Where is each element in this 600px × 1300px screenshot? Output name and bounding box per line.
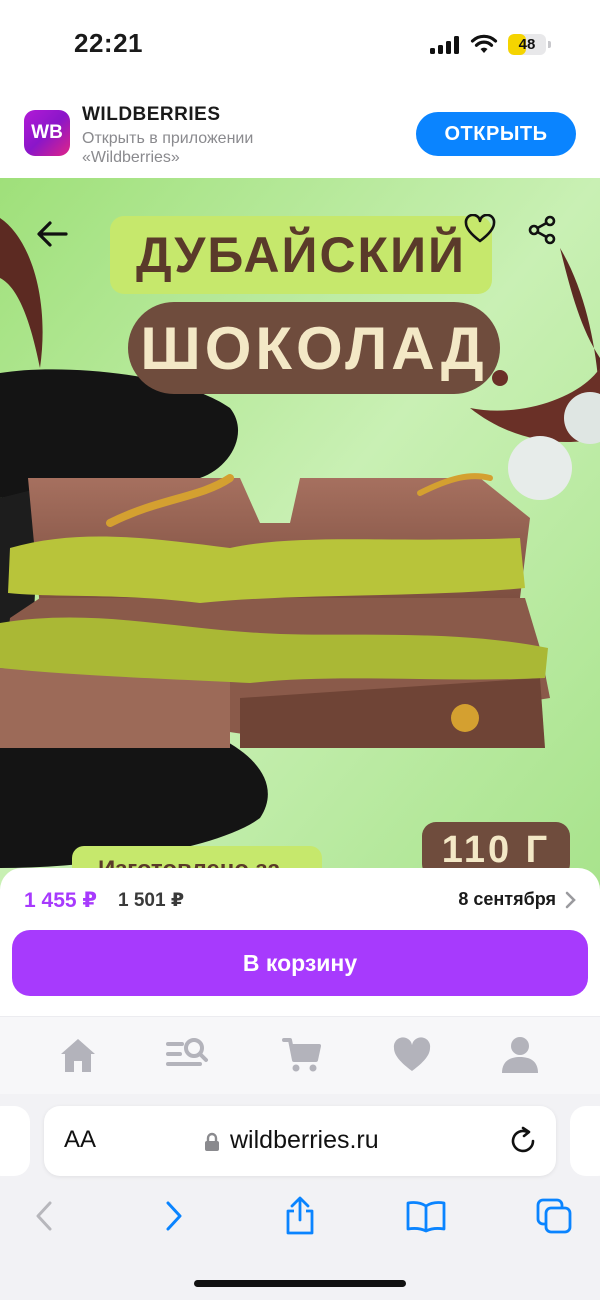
- status-time: 22:21: [74, 28, 143, 58]
- reload-icon[interactable]: [508, 1126, 538, 1156]
- url-text[interactable]: wildberries.ru: [230, 1126, 379, 1155]
- purchase-panel: 1 455 ₽ 1 501 ₽ 8 сентября В корзину: [0, 868, 600, 1016]
- add-to-cart-button[interactable]: В корзину: [12, 930, 588, 996]
- heart-icon[interactable]: [464, 214, 504, 254]
- cellular-signal-icon: [430, 36, 462, 54]
- delivery-date[interactable]: 8 сентября: [458, 889, 556, 910]
- share-icon[interactable]: [526, 214, 566, 254]
- profile-icon[interactable]: [498, 1033, 542, 1077]
- old-price: 1 501 ₽: [118, 890, 185, 911]
- home-indicator: [194, 1280, 406, 1287]
- status-bar: 22:21 48: [0, 0, 600, 90]
- text-size-label: AA: [64, 1126, 97, 1153]
- banner-subtitle: Открыть в приложении «Wildberries»: [82, 130, 254, 166]
- share-sheet-icon[interactable]: [280, 1196, 320, 1236]
- address-bar[interactable]: AA wildberries.ru: [44, 1106, 556, 1176]
- previous-tab-preview[interactable]: [0, 1106, 30, 1176]
- banner-title: WILDBERRIES: [82, 104, 221, 125]
- current-price: 1 455 ₽: [24, 889, 97, 912]
- bookmarks-icon[interactable]: [406, 1196, 446, 1236]
- open-in-app-button[interactable]: ОТКРЫТЬ: [416, 112, 576, 156]
- browser-toolbar: AA wildberries.ru: [0, 1094, 600, 1300]
- battery-level: 48: [518, 36, 536, 53]
- back-icon[interactable]: [24, 1196, 64, 1236]
- wifi-icon: [470, 34, 498, 53]
- text-size-button[interactable]: AA: [64, 1126, 96, 1154]
- favorites-icon[interactable]: [390, 1033, 434, 1077]
- forward-icon[interactable]: [154, 1196, 194, 1236]
- app-install-banner: WB WILDBERRIES Открыть в приложении «Wil…: [0, 90, 600, 178]
- chevron-right-icon: [565, 891, 576, 909]
- headline-chocolate: ШОКОЛАД: [128, 302, 500, 394]
- next-tab-preview[interactable]: [570, 1106, 600, 1176]
- battery-icon: 48: [508, 34, 551, 55]
- catalog-search-icon[interactable]: [166, 1033, 210, 1077]
- back-arrow-icon[interactable]: [34, 216, 74, 256]
- product-image[interactable]: ДУБАЙСКИЙ ШОКОЛАД 110 Г Изготовлено за: [0, 178, 600, 890]
- site-bottom-nav: [0, 1016, 600, 1094]
- home-icon[interactable]: [56, 1033, 100, 1077]
- cart-icon[interactable]: [280, 1033, 324, 1077]
- lock-icon: [205, 1132, 219, 1151]
- tabs-icon[interactable]: [534, 1196, 574, 1236]
- headline-dubai: ДУБАЙСКИЙ: [110, 216, 492, 294]
- wildberries-app-logo: WB: [24, 110, 70, 156]
